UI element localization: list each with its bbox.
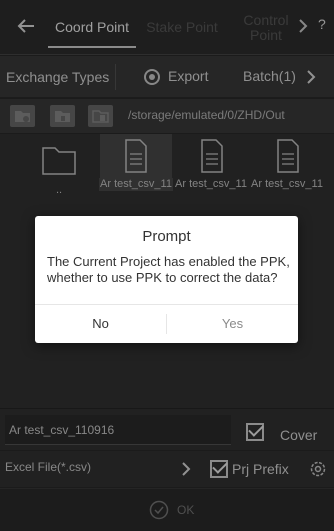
dialog-title: Prompt [142, 228, 191, 245]
dialog-message: The Current Project has enabled the PPK,… [47, 254, 290, 285]
app-screen: Coord Point Stake Point Control Point ? … [0, 0, 334, 531]
no-button[interactable]: No [35, 305, 166, 343]
yes-button[interactable]: Yes [167, 305, 298, 343]
prompt-dialog: Prompt The Current Project has enabled t… [35, 216, 298, 343]
